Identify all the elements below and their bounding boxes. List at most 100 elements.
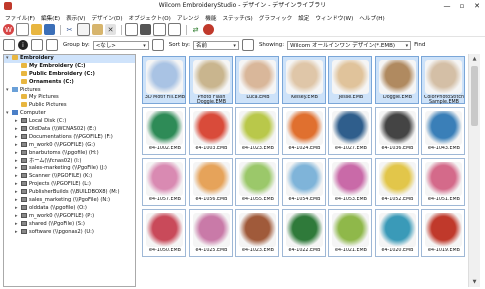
design-tile[interactable]: e4-1053.EMB xyxy=(328,158,372,206)
design-tile[interactable]: e4-1020.EMB xyxy=(374,209,419,257)
convert-icon[interactable]: ⇄ xyxy=(190,24,201,35)
design-tile[interactable]: e4-1056.EMB xyxy=(188,158,233,206)
tree-item[interactable]: ▸ bnarbutoms (\\pgofile) (H:) xyxy=(4,149,135,158)
design-tile[interactable]: e4-1052.EMB xyxy=(374,158,419,206)
design-tile[interactable]: e4-1050.EMB xyxy=(142,209,186,257)
menu-view[interactable]: 表示(V) xyxy=(63,14,88,22)
design-tile[interactable]: e4-1024.EMB xyxy=(281,107,326,155)
design-tile[interactable]: e4-1023.EMB xyxy=(235,209,279,257)
minimize-button[interactable]: — xyxy=(442,1,452,11)
tree-item[interactable]: ▾ Embroidery xyxy=(4,55,135,63)
delete-icon[interactable]: ✕ xyxy=(105,24,116,35)
tree-item[interactable]: ▸ sales_marketing (\\PgoFile) (N:) xyxy=(4,197,135,205)
tree-item[interactable]: ▾ Computer xyxy=(4,110,135,118)
file-type-select[interactable]: Wilcom オールインワン デザイン(*.EMB) ▾ xyxy=(287,40,412,50)
scrollbar-thumb[interactable] xyxy=(471,66,478,126)
design-tile[interactable]: Doggie.EMB xyxy=(374,56,419,104)
design-tile[interactable]: e4-1022.EMB xyxy=(281,209,326,257)
tree-item[interactable]: ▸ OldData (\\WCNAS02) (E:) xyxy=(4,126,135,134)
details-view-icon[interactable] xyxy=(46,39,58,51)
design-tile[interactable]: Luca.EMB xyxy=(235,56,279,104)
new-file-icon[interactable] xyxy=(16,23,29,36)
tree-item-label: sales-marketing (\\PgoFile) (J:) xyxy=(29,165,107,172)
design-tile[interactable]: 3D Motif Fill.EMB xyxy=(142,56,186,104)
menu-edit[interactable]: 編集(E) xyxy=(38,14,63,22)
design-caption: e4-1025.EMB xyxy=(195,248,228,253)
tree-item[interactable]: Ornaments (C:) xyxy=(4,78,135,87)
vertical-scrollbar[interactable]: ▲ ▼ xyxy=(468,54,480,287)
menu-arrange[interactable]: アレンジ xyxy=(174,14,202,22)
design-tile[interactable]: ColorPhotoStitch Sample.EMB xyxy=(421,56,465,105)
design-tile[interactable]: e4-1025.EMB xyxy=(188,209,233,257)
design-tile[interactable]: Jesse.EMB xyxy=(328,56,372,104)
stitch-player-icon[interactable] xyxy=(203,24,214,35)
sort-order-icon[interactable] xyxy=(241,39,254,51)
design-thumbnail xyxy=(425,162,462,196)
sort-by-select[interactable]: 名前 ▾ xyxy=(192,40,239,50)
tree-item[interactable]: ▾ Pictures xyxy=(4,86,135,95)
group-order-icon[interactable] xyxy=(151,39,164,51)
tree-item[interactable]: ▸ ホーム(\\fcnas02) (I:) xyxy=(4,157,135,166)
print-icon[interactable] xyxy=(140,24,151,35)
menu-design[interactable]: デザイン(D) xyxy=(88,14,125,22)
design-tile[interactable]: e4-1021.EMB xyxy=(328,209,372,257)
tree-item[interactable]: ▸ sales-marketing (\\PgoFile) (J:) xyxy=(4,165,135,173)
copy-icon[interactable] xyxy=(77,23,90,36)
design-tile[interactable]: e4-1036.EMB xyxy=(374,107,419,155)
thumbnail-size-icon[interactable] xyxy=(31,39,43,51)
tree-item[interactable]: Public Embroidery (C:) xyxy=(4,70,135,79)
menu-help[interactable]: ヘルプ(H) xyxy=(356,14,387,22)
save-icon[interactable] xyxy=(44,24,55,35)
design-tile[interactable]: e4-1043.EMB xyxy=(421,107,465,155)
menu-functions[interactable]: 機能 xyxy=(202,14,219,22)
tree-item[interactable]: My Pictures xyxy=(4,94,135,102)
design-tile[interactable]: e4-1027.EMB xyxy=(328,107,372,155)
menu-settings[interactable]: 設定 xyxy=(295,14,312,22)
design-tile[interactable]: e4-1057.EMB xyxy=(142,158,186,206)
print-preview-icon[interactable] xyxy=(125,23,138,36)
wilcom-logo-icon[interactable]: W xyxy=(3,24,14,35)
design-tile[interactable]: e4-1055.EMB xyxy=(235,158,279,206)
tree-item[interactable]: ▸ m_work0 (\\PGOFILE) (P:) xyxy=(4,212,135,221)
tree-item[interactable]: ▸ Projects (\\PGOFILE) (L:) xyxy=(4,181,135,189)
design-tile[interactable]: e4-1051.EMB xyxy=(421,158,465,206)
tree-item[interactable]: ▸ Scanner (\\PGOFILE) (K:) xyxy=(4,173,135,181)
design-tile[interactable]: e4-1054.EMB xyxy=(281,158,326,206)
tree-item[interactable]: My Embroidery (C:) xyxy=(4,62,135,71)
paste-icon[interactable] xyxy=(92,24,103,35)
info-icon[interactable]: i xyxy=(18,40,28,50)
tree-item[interactable]: ▸ olddata (\\pgofile) (O:) xyxy=(4,204,135,213)
design-tile[interactable]: Photo Flash Doggie.EMB xyxy=(188,56,233,105)
menu-file[interactable]: ファイル(F) xyxy=(2,14,38,22)
design-tile[interactable]: e4-1003.EMB xyxy=(188,107,233,155)
app-logo-icon xyxy=(4,2,12,10)
scroll-down-arrow-icon[interactable]: ▼ xyxy=(469,277,480,287)
export-icon[interactable] xyxy=(153,23,166,36)
tree-item-label: Embroidery xyxy=(20,55,54,61)
group-by-select[interactable]: <なし> ▾ xyxy=(92,40,149,50)
send-icon[interactable] xyxy=(168,23,181,36)
tree-item[interactable]: ▸ shared (\\PgoFile) (S:) xyxy=(4,220,135,229)
tree-item[interactable]: Public Pictures xyxy=(4,102,135,110)
tree-item[interactable]: ▸ PublisherBuilds (\\BUILDBOX8) (M:) xyxy=(4,189,135,197)
find-button[interactable]: Find xyxy=(414,42,425,48)
design-tile[interactable]: e4-1019.EMB xyxy=(421,209,465,257)
cut-icon[interactable]: ✂ xyxy=(64,24,75,35)
tree-item[interactable]: ▸ Local Disk (C:) xyxy=(4,118,135,126)
view-mode-icon[interactable] xyxy=(3,39,15,51)
design-tile[interactable]: e4-1023.EMB xyxy=(235,107,279,155)
tree-item[interactable]: ▸ Documentations (\\PGOFILE) (F:) xyxy=(4,133,135,142)
menu-stitch[interactable]: ステッチ(S) xyxy=(219,14,255,22)
design-tile[interactable]: Kelsey.EMB xyxy=(281,56,326,104)
open-folder-icon[interactable] xyxy=(31,24,42,35)
menu-graphics[interactable]: グラフィック xyxy=(256,14,295,22)
folder-icon xyxy=(21,102,27,108)
scroll-up-arrow-icon[interactable]: ▲ xyxy=(469,54,480,64)
tree-item[interactable]: ▸ m_work0 (\\PGOFILE) (G:) xyxy=(4,141,135,150)
menu-object[interactable]: オブジェクト(O) xyxy=(126,14,174,22)
tree-item[interactable]: ▸ software (\\pgonas2) (U:) xyxy=(4,228,135,237)
maximize-button[interactable]: ▫ xyxy=(457,1,467,11)
menu-window[interactable]: ウィンドウ(W) xyxy=(312,14,356,22)
design-tile[interactable]: e4-1002.EMB xyxy=(142,107,186,155)
close-button[interactable]: ✕ xyxy=(472,1,482,11)
